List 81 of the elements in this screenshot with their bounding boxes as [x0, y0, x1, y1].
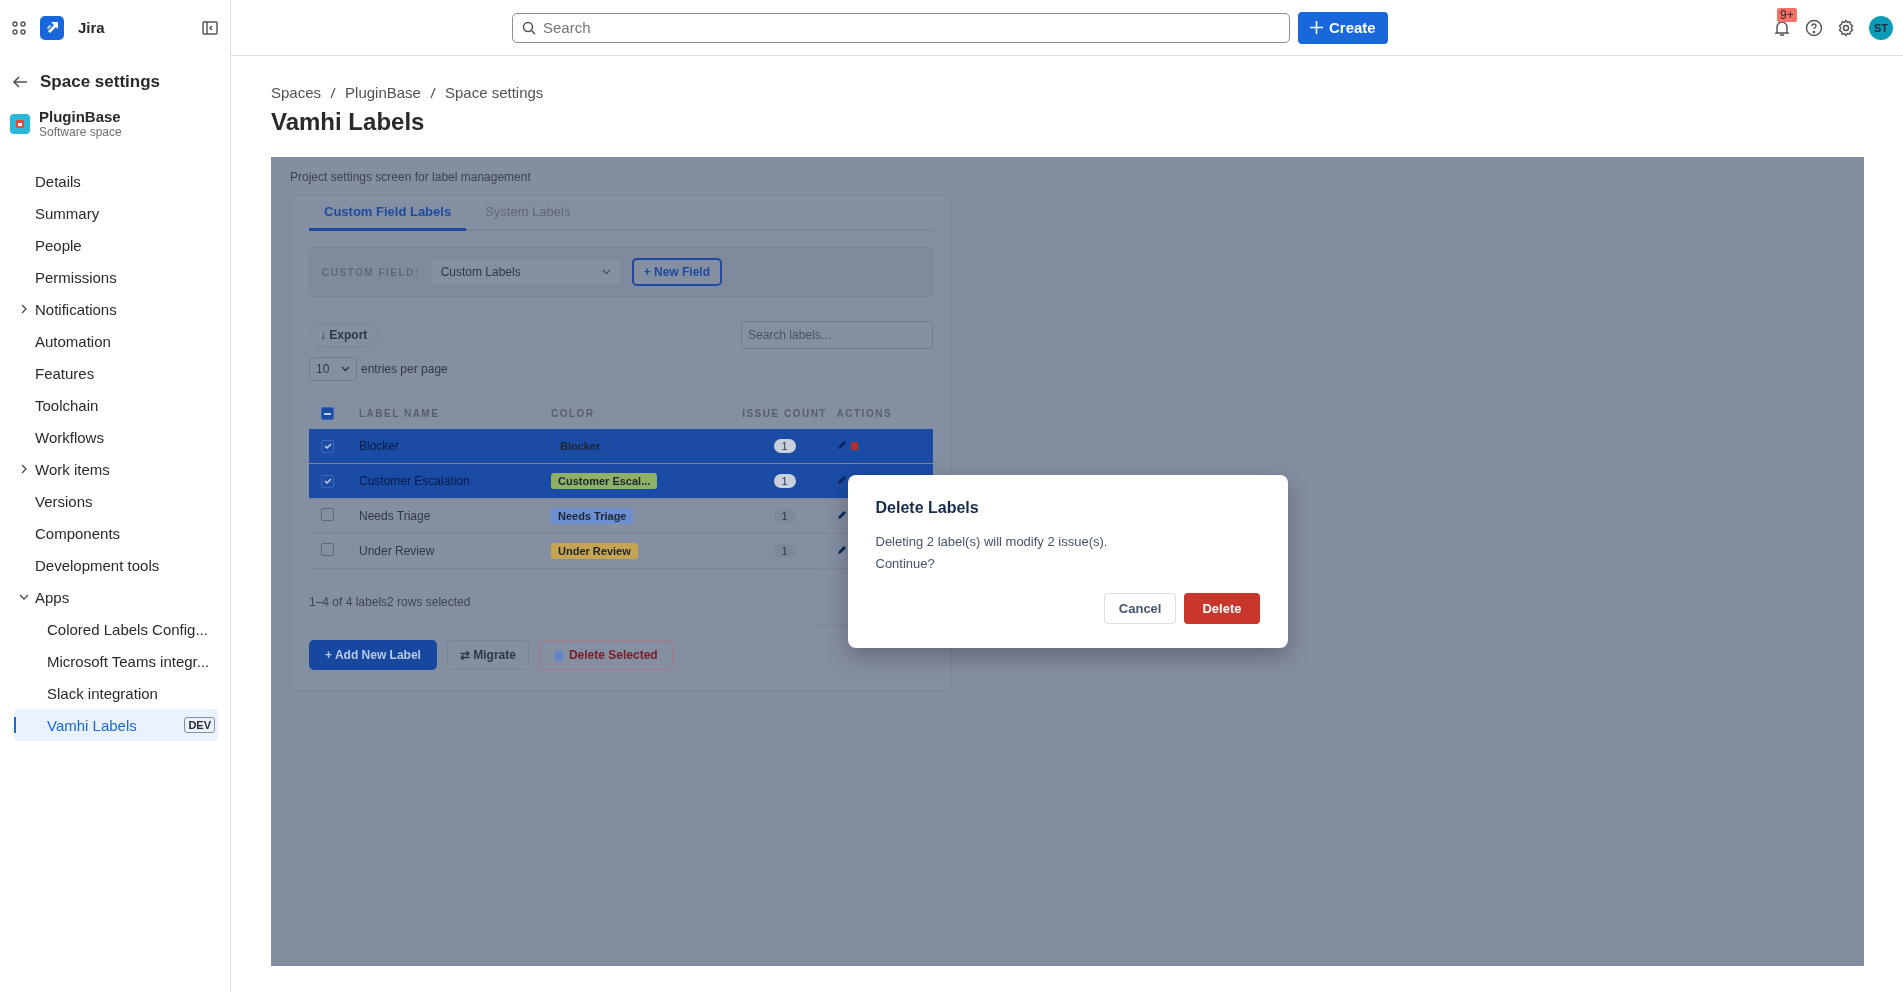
- chevron-down-icon: [601, 269, 611, 275]
- sidebar-item[interactable]: Notifications: [14, 293, 218, 325]
- sidebar-item[interactable]: Colored Labels Config...: [14, 613, 218, 645]
- sidebar-item[interactable]: Apps: [14, 581, 218, 613]
- sidebar-item[interactable]: Summary: [14, 197, 218, 229]
- dialog-message: Continue?: [875, 555, 936, 573]
- plus-icon: [1310, 21, 1323, 34]
- chevron-icon: [19, 592, 29, 602]
- breadcrumb-link[interactable]: PluginBase: [345, 84, 421, 101]
- sidebar-item[interactable]: Slack integration: [14, 677, 218, 709]
- sidebar-item[interactable]: Permissions: [14, 261, 218, 293]
- color-tag: Customer Escal...: [551, 473, 658, 489]
- row-checkbox[interactable]: [321, 543, 334, 556]
- create-button[interactable]: Create: [1298, 11, 1388, 44]
- space-name[interactable]: PluginBase: [39, 108, 122, 125]
- select-all-checkbox[interactable]: [321, 407, 334, 421]
- sidebar-item[interactable]: Versions: [14, 485, 218, 517]
- search-field[interactable]: Search: [512, 12, 1290, 43]
- label-name: Needs Triage: [359, 509, 431, 523]
- breadcrumb-separator-icon: [429, 86, 436, 99]
- color-tag: Blocker: [551, 436, 610, 456]
- space-type: Software space: [39, 125, 122, 139]
- help-icon[interactable]: [1805, 18, 1823, 37]
- user-avatar[interactable]: ST: [1869, 15, 1893, 40]
- custom-field-dropdown[interactable]: Custom Labels: [429, 258, 622, 286]
- sidebar-item[interactable]: People: [14, 229, 218, 261]
- page-size-dropdown[interactable]: 10: [309, 357, 357, 381]
- label-name: Customer Escalation: [359, 474, 470, 488]
- check-icon: [323, 443, 332, 450]
- delete-button[interactable]: Delete: [1184, 593, 1260, 624]
- app-switcher-icon[interactable]: [12, 20, 26, 35]
- color-tag: Under Review: [551, 543, 638, 559]
- issue-count: 1: [773, 439, 796, 453]
- back-arrow-icon[interactable]: [12, 75, 28, 89]
- sidebar-item[interactable]: Workflows: [14, 421, 218, 453]
- sidebar-item[interactable]: Features: [14, 357, 218, 389]
- space-icon: [10, 114, 30, 134]
- sidebar-item[interactable]: Components: [14, 517, 218, 549]
- sidebar-item[interactable]: Vamhi Labels DEV: [14, 709, 218, 741]
- app-subtitle: Project settings screen for label management: [290, 170, 532, 184]
- page-title: Vamhi Labels: [271, 108, 426, 136]
- sidebar-item[interactable]: Work items: [14, 453, 218, 485]
- dialog-message: Deleting 2 label(s) will modify 2 issue(s).: [875, 533, 1109, 551]
- chevron-icon: [19, 304, 29, 314]
- sidebar-item[interactable]: Details: [14, 165, 218, 197]
- page-size-label: entries per page: [361, 362, 448, 376]
- breadcrumb-link[interactable]: Space settings: [444, 84, 544, 101]
- cancel-button[interactable]: Cancel: [1103, 593, 1177, 624]
- export-button[interactable]: ↓ Export: [309, 323, 379, 347]
- sidebar-item[interactable]: Automation: [14, 325, 218, 357]
- edit-icon[interactable]: [836, 510, 847, 520]
- dev-badge: DEV: [184, 717, 215, 733]
- product-name: Jira: [78, 19, 106, 36]
- sidebar-title: Space settings: [40, 72, 160, 92]
- migrate-button[interactable]: ⇄ Migrate: [446, 640, 529, 670]
- row-checkbox[interactable]: [321, 440, 334, 453]
- chevron-icon: [19, 464, 29, 474]
- search-labels-field[interactable]: Search labels...: [741, 321, 933, 349]
- row-checkbox[interactable]: [321, 508, 334, 521]
- row-checkbox[interactable]: [321, 475, 334, 488]
- issue-count: 1: [773, 544, 796, 558]
- label-name: Under Review: [359, 544, 435, 558]
- breadcrumb-link[interactable]: Spaces: [271, 84, 322, 101]
- sidebar-item[interactable]: Toolchain: [14, 389, 218, 421]
- color-tag: Needs Triage: [551, 508, 634, 524]
- settings-icon[interactable]: [1837, 18, 1855, 37]
- edit-icon[interactable]: [836, 545, 847, 555]
- check-icon: [323, 478, 332, 485]
- notification-badge: 9+: [1777, 7, 1797, 22]
- minus-icon: [324, 412, 331, 415]
- collapse-sidebar-icon[interactable]: [202, 19, 218, 36]
- chevron-down-icon: [341, 366, 350, 372]
- jira-logo-icon[interactable]: [40, 15, 64, 40]
- label-name: Blocker: [359, 439, 399, 453]
- dialog-title: Delete Labels: [875, 499, 980, 517]
- add-label-button[interactable]: + Add New Label: [309, 640, 437, 670]
- breadcrumb-separator-icon: [330, 86, 337, 99]
- sidebar-item[interactable]: Microsoft Teams integr...: [14, 645, 218, 677]
- issue-count: 1: [773, 509, 796, 523]
- sidebar-item[interactable]: Development tools: [14, 549, 218, 581]
- issue-count: 1: [773, 474, 796, 488]
